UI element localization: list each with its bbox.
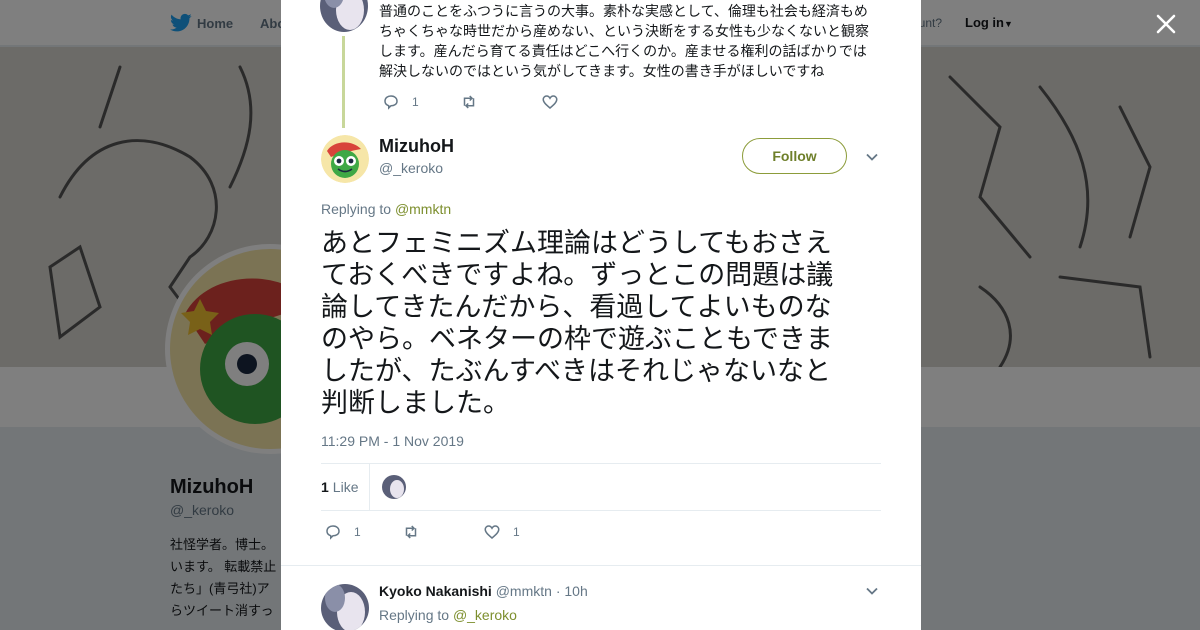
tweet-text-line: あとフェミニズム理論はどうしてもおさえ xyxy=(321,228,832,258)
parent-reply-button[interactable]: 1 xyxy=(382,93,419,111)
close-icon[interactable] xyxy=(1154,12,1178,36)
tweet-text-line: 論してきたんだから、看過してよいものな xyxy=(321,292,832,322)
main-tweet-text: あとフェミニズム理論はどうしてもおさえ ておくべきですよね。ずっとこの問題は議 … xyxy=(321,227,881,419)
reply-count: 1 xyxy=(412,95,419,109)
tweet-text-line: ておくべきですよね。ずっとこの問題は議 xyxy=(321,260,834,290)
like-button[interactable]: 1 xyxy=(483,523,520,541)
chevron-down-icon[interactable] xyxy=(865,150,879,164)
tweet-text-line: したが、たぶんすべきはそれじゃないなと xyxy=(321,356,832,386)
like-stat-count: 1 xyxy=(321,479,329,495)
author-handle[interactable]: @_keroko xyxy=(379,160,443,176)
tweet-text-line: します。産んだら育てる責任はどこへ行くのか。産ませる権利の話ばかりでは xyxy=(379,43,867,59)
reply-tweet-avatar[interactable] xyxy=(321,584,369,630)
rabbit-photo-icon xyxy=(320,0,368,32)
stats-divider xyxy=(369,464,370,510)
reply-author-name[interactable]: Kyoko Nakanishi xyxy=(379,583,492,599)
reply-icon xyxy=(384,95,398,110)
reply-time[interactable]: 10h xyxy=(564,583,587,599)
tweet-text-line: 判断しました。 xyxy=(321,388,510,418)
tweet-text-line: 解決しないのではという気がしてきます。女性の書き手がほしいですね xyxy=(379,63,825,79)
replying-to-link[interactable]: @mmktn xyxy=(395,201,451,217)
reply-icon xyxy=(326,525,340,540)
replying-prefix: Replying to xyxy=(379,607,450,623)
rabbit-photo-icon xyxy=(321,584,369,630)
reply-button[interactable]: 1 xyxy=(324,523,361,541)
replying-to-link[interactable]: @_keroko xyxy=(453,607,517,623)
tweet-text-line: 普通のことをふつうに言うの大事。素朴な実感として、倫理も社会も経済もめ xyxy=(379,3,868,19)
parent-like-button[interactable] xyxy=(541,93,559,111)
liker-avatar[interactable] xyxy=(382,475,406,499)
retweet-button[interactable] xyxy=(402,523,420,541)
retweet-icon xyxy=(463,95,475,109)
conversation-thread-line xyxy=(342,36,345,128)
like-stat-label: Like xyxy=(332,479,359,495)
retweet-icon xyxy=(405,525,417,539)
follow-button[interactable]: Follow xyxy=(742,138,847,174)
like-stat[interactable]: 1 Like xyxy=(321,479,358,495)
favorite-count: 1 xyxy=(513,525,520,539)
tweet-permalink-modal: 普通のことをふつうに言うの大事。素朴な実感として、倫理も社会も経済もめ ちゃくち… xyxy=(281,0,921,630)
tweet-timestamp[interactable]: 11:29 PM - 1 Nov 2019 xyxy=(321,433,464,449)
tweet-text-line: ちゃくちゃな時世だから産めない、という決断をする女性も少なくないと観察 xyxy=(379,23,869,39)
tweet-text-line: のやら。ベネターの枠で遊ぶこともできま xyxy=(321,324,833,354)
rabbit-photo-icon xyxy=(382,475,406,499)
heart-icon xyxy=(484,525,500,539)
heart-icon xyxy=(542,95,558,109)
chevron-down-icon[interactable] xyxy=(865,584,879,598)
parent-tweet-text: 普通のことをふつうに言うの大事。素朴な実感として、倫理も社会も経済もめ ちゃくち… xyxy=(379,1,874,81)
reply-count: 1 xyxy=(354,525,361,539)
replying-to: Replying to @mmktn xyxy=(321,201,451,217)
author-name[interactable]: MizuhoH xyxy=(379,136,454,157)
replying-prefix: Replying to xyxy=(321,201,392,217)
parent-tweet-avatar[interactable] xyxy=(320,0,368,32)
reply-replying-to: Replying to @_keroko xyxy=(379,607,517,623)
time-separator: · xyxy=(555,583,561,599)
parent-retweet-button[interactable] xyxy=(460,93,478,111)
frog-mascot-icon xyxy=(321,135,369,183)
tweet-stats: 1 Like xyxy=(321,463,881,511)
reply-tweet-header: Kyoko Nakanishi @mmktn · 10h xyxy=(379,583,588,599)
main-tweet-avatar[interactable] xyxy=(321,135,369,183)
reply-divider xyxy=(281,565,921,566)
reply-author-handle[interactable]: @mmktn xyxy=(496,583,552,599)
